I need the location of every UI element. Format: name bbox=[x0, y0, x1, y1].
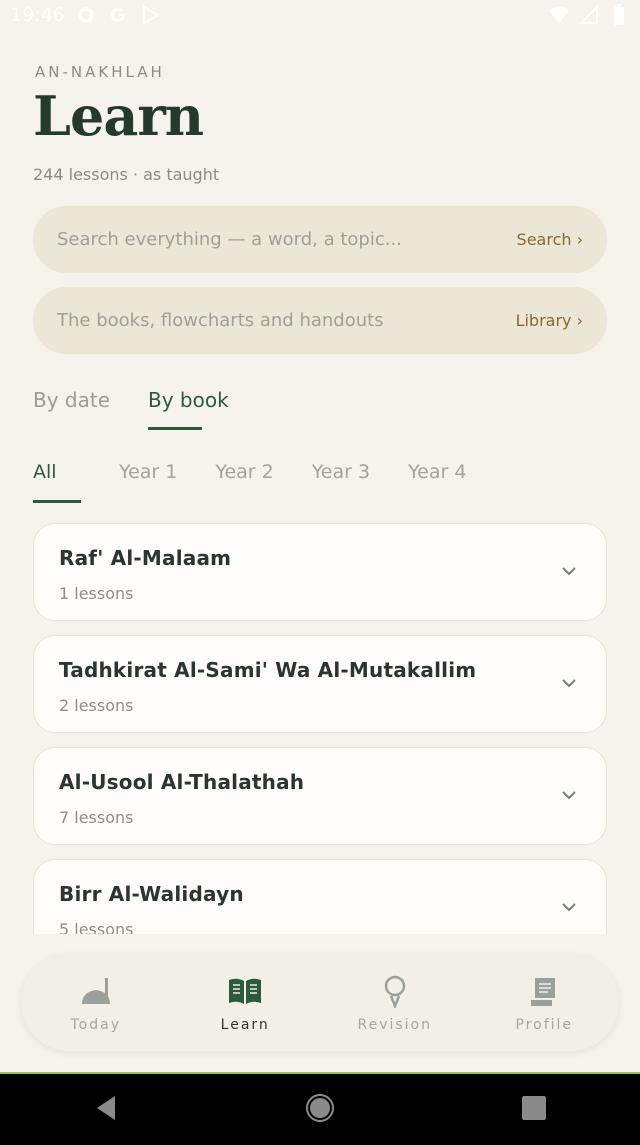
status-bar: 19:46 bbox=[0, 0, 640, 30]
book-card[interactable]: Tadhkirat Al-Sami' Wa Al-Mutakallim 2 le… bbox=[33, 635, 607, 733]
nav-label-revision: Revision bbox=[357, 1016, 432, 1033]
book-title: Birr Al-Walidayn bbox=[59, 882, 244, 906]
tab-by-date[interactable]: By date bbox=[33, 388, 110, 430]
lesson-count: 244 lessons · as taught bbox=[33, 165, 220, 184]
nav-learn[interactable]: Learn bbox=[185, 973, 305, 1033]
book-card[interactable]: Raf' Al-Malaam 1 lessons bbox=[33, 523, 607, 621]
library-text: The books, flowcharts and handouts bbox=[57, 310, 384, 331]
back-icon[interactable] bbox=[93, 1094, 119, 1126]
book-lesson-count: 1 lessons bbox=[59, 584, 134, 603]
brand-label: AN-NAKHLAH bbox=[35, 63, 165, 81]
book-card[interactable]: Birr Al-Walidayn 5 lessons bbox=[33, 859, 607, 934]
notification-icon bbox=[75, 4, 97, 26]
nav-label-today: Today bbox=[70, 1016, 121, 1033]
scroll-icon bbox=[526, 973, 562, 1009]
tab-year-3[interactable]: Year 3 bbox=[312, 461, 370, 503]
book-list[interactable]: Raf' Al-Malaam 1 lessons Tadhkirat Al-Sa… bbox=[0, 522, 640, 934]
book-lesson-count: 5 lessons bbox=[59, 920, 134, 934]
chevron-down-icon[interactable] bbox=[562, 676, 576, 690]
battery-icon bbox=[608, 4, 630, 26]
chevron-down-icon[interactable] bbox=[562, 900, 576, 914]
mosque-icon bbox=[78, 973, 114, 1009]
system-nav-bar bbox=[0, 1072, 640, 1145]
wifi-icon bbox=[548, 4, 570, 26]
nav-today[interactable]: Today bbox=[36, 973, 156, 1033]
nav-revision[interactable]: Revision bbox=[335, 973, 455, 1033]
nav-profile[interactable]: Profile bbox=[484, 973, 604, 1033]
signal-icon bbox=[578, 4, 600, 26]
book-title: Raf' Al-Malaam bbox=[59, 546, 232, 570]
book-title: Tadhkirat Al-Sami' Wa Al-Mutakallim bbox=[59, 658, 477, 682]
book-lesson-count: 7 lessons bbox=[59, 808, 134, 827]
view-tabs: By date By book bbox=[33, 388, 229, 430]
search-placeholder: Search everything — a word, a topic... bbox=[57, 229, 402, 250]
search-bar[interactable]: Search everything — a word, a topic... S… bbox=[33, 206, 607, 273]
home-icon[interactable] bbox=[305, 1093, 335, 1127]
book-card[interactable]: Al-Usool Al-Thalathah 7 lessons bbox=[33, 747, 607, 845]
book-icon bbox=[227, 973, 263, 1009]
tab-by-book[interactable]: By book bbox=[148, 388, 229, 430]
tab-year-4[interactable]: Year 4 bbox=[408, 461, 466, 503]
status-time: 19:46 bbox=[10, 4, 65, 26]
google-icon bbox=[107, 4, 129, 26]
year-tabs: All Year 1 Year 2 Year 3 Year 4 bbox=[33, 461, 466, 503]
nav-label-learn: Learn bbox=[220, 1016, 270, 1033]
page-title: Learn bbox=[33, 84, 204, 148]
library-bar[interactable]: The books, flowcharts and handouts Libra… bbox=[33, 287, 607, 354]
chevron-down-icon[interactable] bbox=[562, 564, 576, 578]
lightbulb-icon bbox=[377, 973, 413, 1009]
library-link[interactable]: Library › bbox=[516, 311, 583, 330]
nav-label-profile: Profile bbox=[515, 1016, 574, 1033]
tab-year-1[interactable]: Year 1 bbox=[119, 461, 177, 503]
book-title: Al-Usool Al-Thalathah bbox=[59, 770, 305, 794]
bottom-nav: Today Learn Revision Profile bbox=[21, 954, 619, 1051]
search-link[interactable]: Search › bbox=[517, 230, 583, 249]
book-lesson-count: 2 lessons bbox=[59, 696, 134, 715]
chevron-down-icon[interactable] bbox=[562, 788, 576, 802]
tab-year-2[interactable]: Year 2 bbox=[215, 461, 273, 503]
play-icon bbox=[139, 4, 161, 26]
tab-all[interactable]: All bbox=[33, 461, 81, 503]
recents-icon[interactable] bbox=[521, 1095, 547, 1125]
